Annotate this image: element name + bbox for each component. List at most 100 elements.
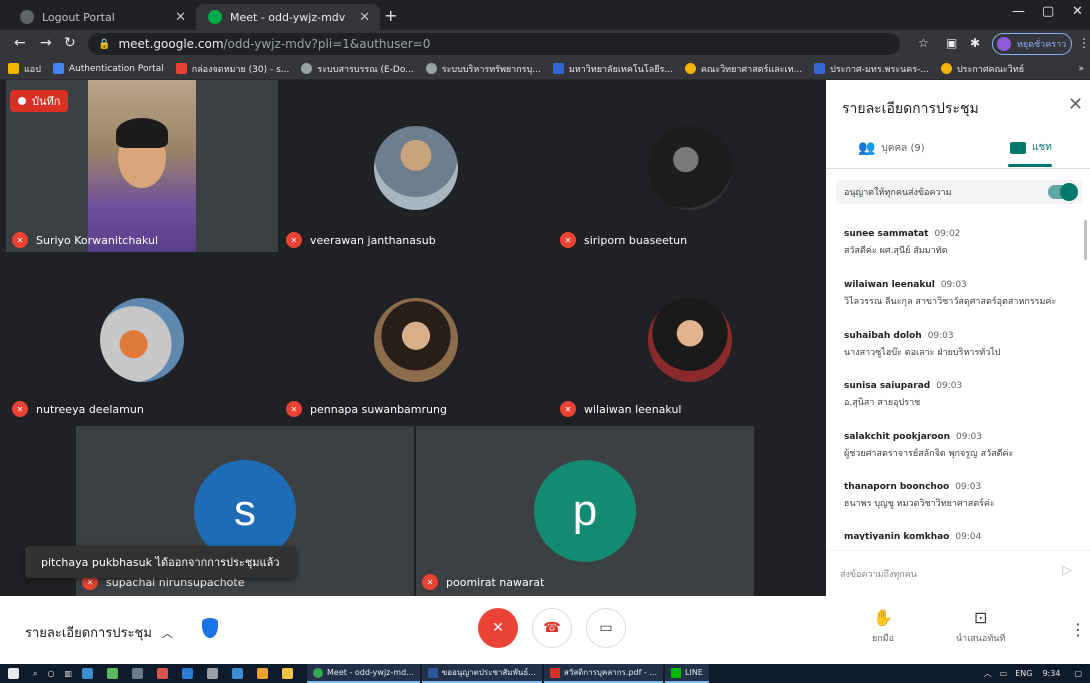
network-icon[interactable]: ▭: [1000, 669, 1008, 678]
panel-title: รายละเอียดการประชุม: [842, 101, 979, 117]
tab-logout-portal[interactable]: Logout Portal ✕: [8, 4, 196, 30]
video-grid: ✕ Suriyo Korwanitchakul ✕ veerawan janthan…: [0, 80, 826, 596]
participant-name: ✕ wilaiwan leenakul: [560, 401, 681, 417]
browser-menu-icon[interactable]: ⋮: [1078, 36, 1090, 50]
participant-name: ✕ nutreeya deelamun: [12, 401, 144, 417]
app-icon[interactable]: [132, 668, 147, 679]
message-time: 09:03: [927, 331, 954, 341]
bookmark-faculty[interactable]: คณะวิทยาศาสตร์และเท...: [684, 62, 802, 76]
app-icon[interactable]: [107, 668, 122, 679]
tab-chat[interactable]: แชท: [1010, 140, 1052, 155]
more-options-icon[interactable]: ⋮: [1070, 620, 1086, 639]
extension-icon[interactable]: ▣: [946, 36, 957, 50]
tab-people[interactable]: 👥 บุคคล (9): [858, 140, 925, 156]
divider: [826, 168, 1090, 169]
app-icon[interactable]: [207, 668, 222, 679]
window-close-icon[interactable]: ✕: [1072, 4, 1083, 19]
participant-tile[interactable]: [554, 80, 826, 252]
app-icon[interactable]: [257, 668, 272, 679]
present-now-button[interactable]: ⊡ นำเสนอทันที: [956, 608, 1005, 645]
app-icon[interactable]: [182, 668, 197, 679]
taskbar-app-line[interactable]: LINE: [665, 664, 709, 683]
leave-call-button[interactable]: ☎: [532, 608, 572, 648]
bookmark-auth-portal[interactable]: Authentication Portal: [52, 63, 164, 74]
people-icon: 👥: [858, 140, 876, 156]
tray-chevron-icon[interactable]: ︿: [984, 668, 992, 679]
chat-scrollbar[interactable]: [1084, 220, 1087, 260]
taskbar-app-word[interactable]: ขออนุญาตประชาสัมพันธ์...: [421, 664, 542, 683]
search-icon[interactable]: ⌕: [33, 669, 37, 679]
chat-messages: sunee sammatat 09:02 สวัสดีค่ะ ผศ.สุนีย์ …: [826, 214, 1078, 540]
close-icon[interactable]: ✕: [359, 10, 370, 25]
message-time: 09:03: [955, 482, 982, 492]
taskbar-app-chrome[interactable]: Meet - odd-ywjz-md...: [307, 664, 420, 683]
raise-hand-button[interactable]: ✋ ยกมือ: [872, 608, 894, 645]
avatar: [374, 126, 458, 210]
app-icon[interactable]: [157, 668, 172, 679]
allow-messages-toggle[interactable]: [1048, 183, 1078, 201]
close-icon[interactable]: ✕: [175, 10, 186, 25]
list-item: salakchit pookjaroon 09:03 ผู้ช่วยศาสตราจ…: [844, 432, 1013, 460]
bookmarks-bar: แอป Authentication Portal กล่องจดหมาย (3…: [0, 58, 1090, 80]
message-sender: wilaiwan leenakul: [844, 280, 935, 290]
mic-toggle-button[interactable]: ✕: [478, 608, 518, 648]
bookmark-hr[interactable]: ระบบบริหารทรัพยากรบุ...: [425, 62, 541, 76]
avatar: [100, 298, 184, 382]
message-text: อ.สุนิสา สายอุปราช: [844, 398, 921, 408]
browser-tabstrip: Logout Portal ✕ Meet - odd-ywjz-mdv ✕ + …: [0, 0, 1090, 30]
meeting-controls: รายละเอียดการประชุม ︿ ✕ ☎ ▭ ✋ ยกมือ ⊡ นำ…: [0, 596, 1090, 664]
back-arrow-icon[interactable]: ←: [14, 35, 26, 51]
lock-icon: 🔒: [98, 38, 111, 50]
profile-button[interactable]: หยุดชั่วคราว: [992, 33, 1072, 55]
message-text: นางสาวซูไฮบ๊ะ ดอเลาะ ฝ่ายบริหารทั่วไป: [844, 348, 1001, 358]
emblem-icon: [940, 63, 952, 74]
emblem-icon: [684, 63, 696, 74]
chat-input[interactable]: ส่งข้อความถึงทุกคน: [840, 567, 917, 581]
globe-icon: [20, 10, 34, 24]
chat-composer[interactable]: ส่งข้อความถึงทุกคน ▷: [826, 550, 1090, 596]
minimize-icon[interactable]: —: [1012, 4, 1025, 19]
meeting-details-button[interactable]: รายละเอียดการประชุม ︿: [25, 622, 173, 643]
message-text: ผู้ช่วยศาสตราจารย์สลักจิต พุกจรูญ สวัสดี…: [844, 449, 1014, 459]
clock[interactable]: 9:34: [1042, 669, 1060, 678]
bookmark-announcement[interactable]: ประกาศ-มทร.พระนคร-...: [814, 62, 929, 76]
star-icon[interactable]: ☆: [918, 36, 929, 50]
bookmark-university[interactable]: มหาวิทยาลัยเทคโนโลยีร...: [552, 62, 673, 76]
toast-text: pitchaya pukbhasuk ได้ออกจากการประชุมแล้…: [41, 556, 280, 569]
cortana-icon[interactable]: ○: [47, 669, 54, 678]
bookmark-gmail[interactable]: กล่องจดหมาย (30) - s...: [175, 62, 289, 76]
forward-arrow-icon[interactable]: →: [40, 35, 52, 51]
maximize-icon[interactable]: ▢: [1042, 4, 1054, 19]
tab-title: Meet - odd-ywjz-mdv: [230, 10, 346, 24]
windows-start-icon[interactable]: [8, 668, 23, 679]
bookmark-edoc[interactable]: ระบบสารบรรณ (E-Do...: [301, 62, 414, 76]
participant-tile[interactable]: p: [416, 426, 754, 596]
shield-icon[interactable]: [202, 618, 218, 638]
file-explorer-icon[interactable]: [282, 668, 297, 679]
participant-tile[interactable]: [280, 80, 552, 252]
globe-icon: [301, 63, 313, 74]
page-icon: [552, 63, 564, 74]
list-item: sunisa saiuparad 09:03 อ.สุนิสา สายอุปราช: [844, 381, 962, 409]
edge-icon[interactable]: [82, 668, 97, 679]
globe-icon: [425, 63, 437, 74]
reload-icon[interactable]: ↻: [64, 35, 76, 51]
bookmark-apps[interactable]: แอป: [8, 62, 41, 76]
message-time: 09:02: [934, 229, 961, 239]
close-icon[interactable]: ✕: [1068, 94, 1083, 115]
new-tab-icon[interactable]: +: [384, 6, 397, 25]
camera-toggle-button[interactable]: ▭: [586, 608, 626, 648]
task-view-icon[interactable]: ▥: [64, 669, 72, 678]
language-indicator[interactable]: ENG: [1015, 669, 1032, 678]
more-bookmarks-icon[interactable]: »: [1078, 64, 1084, 74]
list-item: sunee sammatat 09:02 สวัสดีค่ะ ผศ.สุนีย์ …: [844, 229, 960, 257]
address-bar[interactable]: 🔒 meet.google.com /odd-ywjz-mdv?pli=1&au…: [88, 33, 900, 55]
send-icon[interactable]: ▷: [1062, 563, 1072, 578]
app-icon[interactable]: [232, 668, 247, 679]
bookmark-science[interactable]: ประกาศคณะวิทย์: [940, 62, 1024, 76]
puzzle-icon[interactable]: ✱: [970, 36, 980, 50]
notification-icon[interactable]: ▢: [1074, 669, 1082, 678]
tab-meet[interactable]: Meet - odd-ywjz-mdv ✕: [196, 4, 380, 30]
taskbar-app-pdf[interactable]: สวัสดิการบุคลากร.pdf - ...: [543, 664, 664, 683]
apps-grid-icon: [8, 63, 19, 74]
